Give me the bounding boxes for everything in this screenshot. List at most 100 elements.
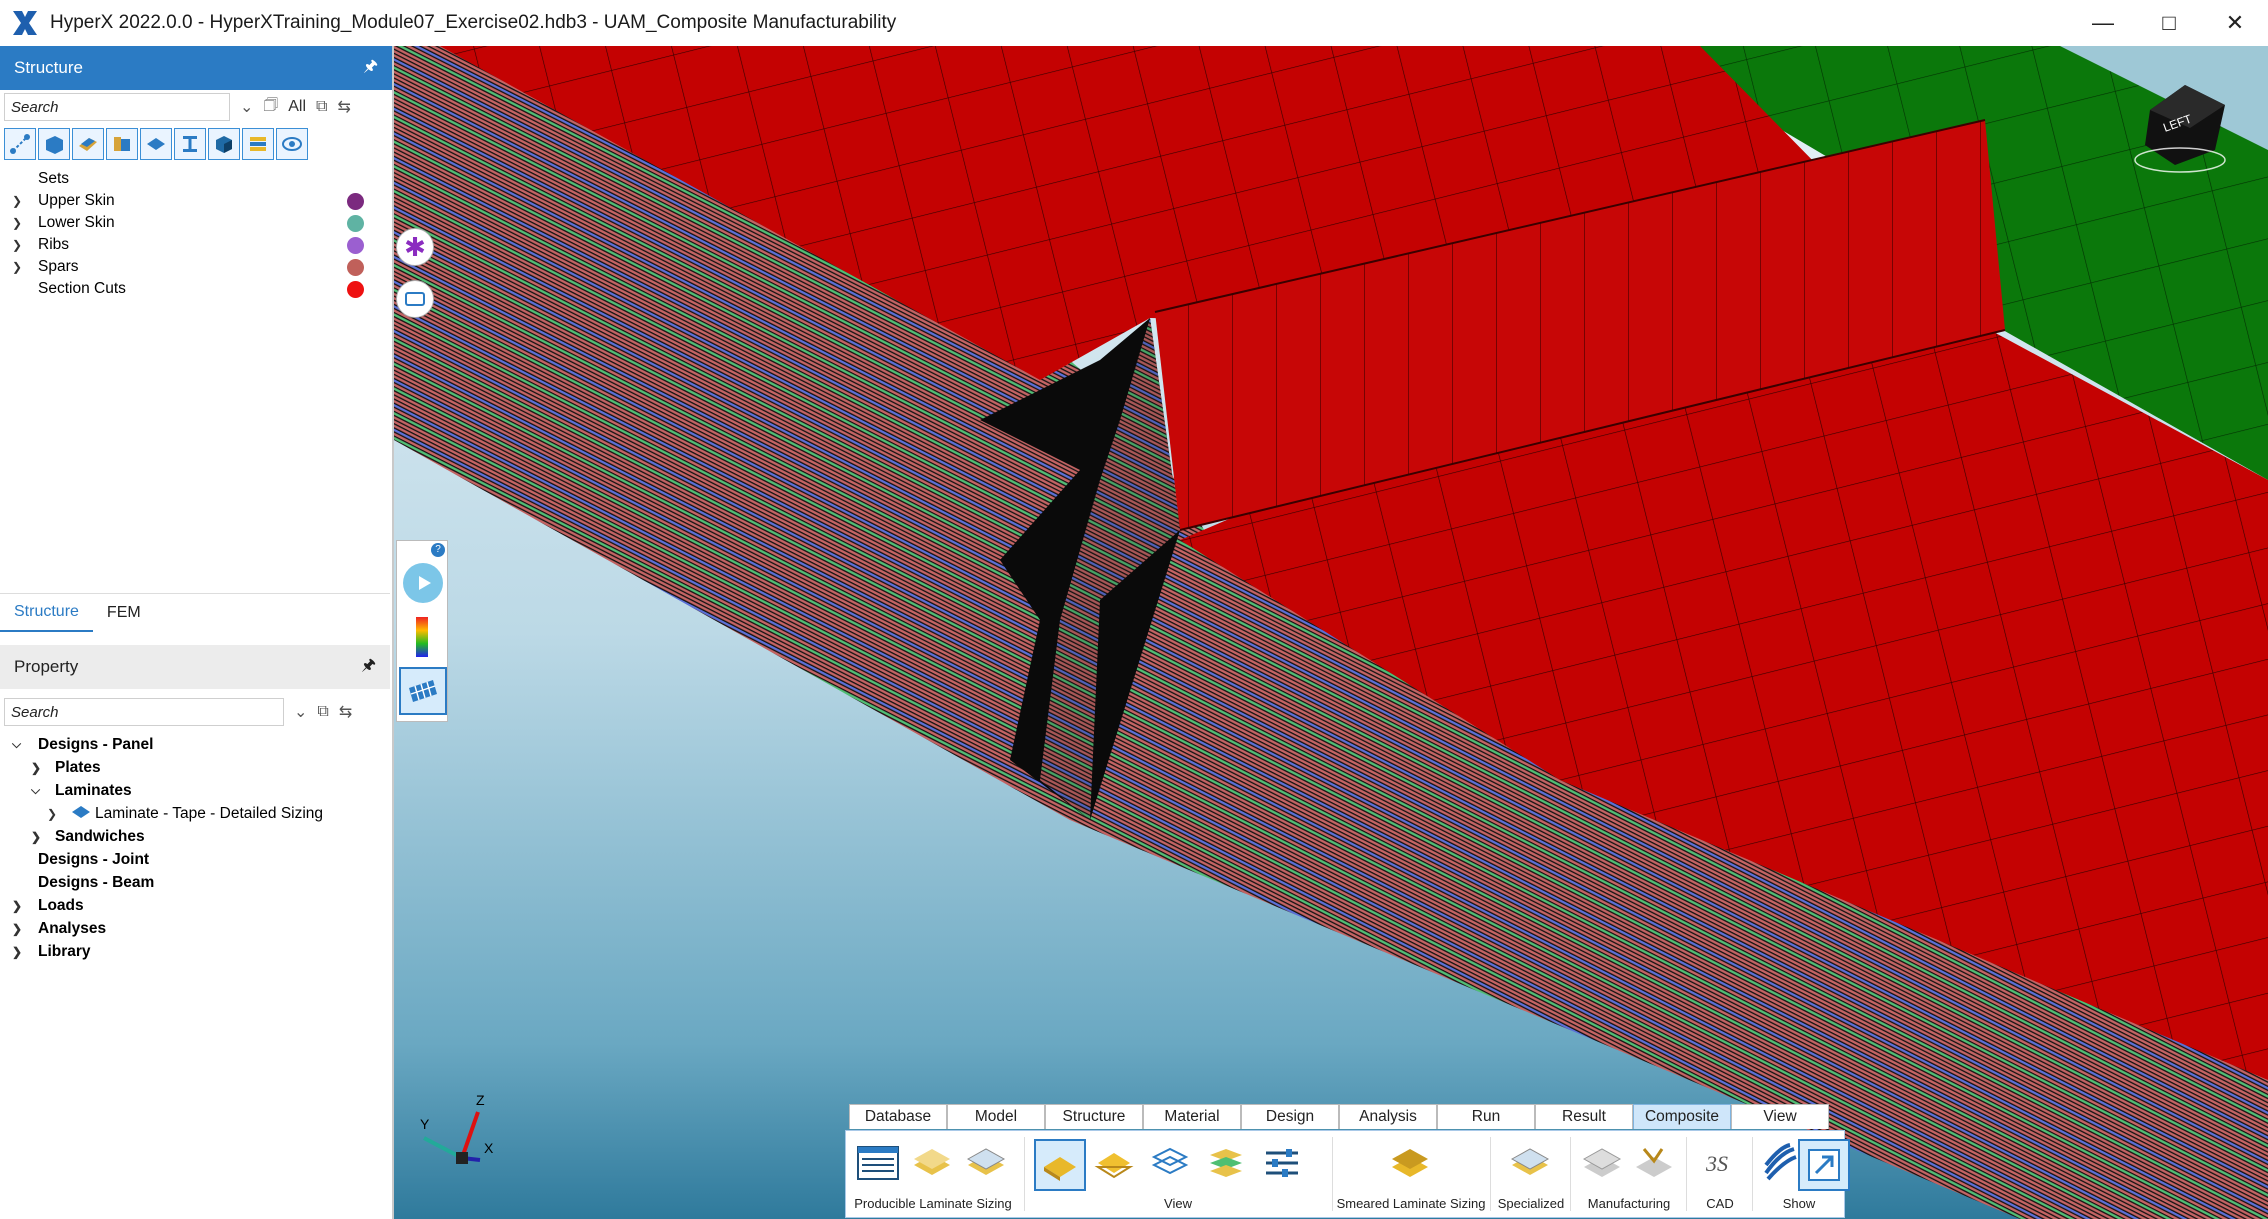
chevron-right-icon[interactable]: ❯ (12, 194, 22, 208)
chevron-down-icon[interactable]: ⌵ (31, 783, 40, 798)
copy-icon[interactable]: ⧉ (317, 703, 328, 721)
color-legend-icon[interactable] (416, 617, 428, 657)
specialized-laminate-icon[interactable] (1506, 1139, 1554, 1187)
chevron-right-icon[interactable]: ❯ (12, 922, 22, 936)
tab-view[interactable]: View (1731, 1104, 1829, 1129)
ply-stack-view-icon[interactable] (1202, 1139, 1250, 1187)
window-select-icon[interactable] (396, 280, 434, 318)
tree-item-sandwiches[interactable]: ❯ Sandwiches (0, 825, 390, 848)
copy-icon[interactable]: ⧉ (316, 98, 327, 116)
node-select-icon[interactable] (4, 128, 36, 160)
chevron-right-icon[interactable]: ❯ (47, 807, 57, 821)
pin-icon[interactable]: 🖈 (361, 654, 376, 681)
group-label: Producible Laminate Sizing (854, 1196, 1012, 1211)
panel-select-icon[interactable] (72, 128, 104, 160)
tree-item-label: Designs - Panel (38, 735, 154, 753)
color-swatch[interactable] (347, 280, 364, 298)
tree-item-designs-beam[interactable]: Designs - Beam (0, 871, 390, 894)
ply-outline-view-icon[interactable] (1146, 1139, 1194, 1187)
minimize-button[interactable]: — (2070, 0, 2136, 46)
tree-item-loads[interactable]: ❯ Loads (0, 894, 390, 917)
tab-result[interactable]: Result (1535, 1104, 1633, 1129)
tab-fem[interactable]: FEM (93, 594, 155, 632)
solid-select-icon[interactable] (38, 128, 70, 160)
grid-view-icon[interactable] (399, 667, 447, 715)
tree-item-plates[interactable]: ❯ Plates (0, 756, 390, 779)
tab-model[interactable]: Model (947, 1104, 1045, 1129)
color-swatch[interactable] (347, 214, 364, 232)
manufacturing-drape-icon[interactable] (1630, 1139, 1678, 1187)
tab-analysis[interactable]: Analysis (1339, 1104, 1437, 1129)
i-beam-icon[interactable] (174, 128, 206, 160)
chevron-right-icon[interactable]: ❯ (12, 945, 22, 959)
show-plies-icon[interactable] (1756, 1139, 1804, 1187)
show-export-icon[interactable] (1798, 1139, 1850, 1191)
tab-material[interactable]: Material (1143, 1104, 1241, 1129)
tab-run[interactable]: Run (1437, 1104, 1535, 1129)
group-label: CAD (1706, 1196, 1734, 1211)
tree-item-laminates[interactable]: ⌵ Laminates (0, 779, 390, 802)
laminate-table-icon[interactable] (854, 1139, 902, 1187)
tree-item-designs-joint[interactable]: Designs - Joint (0, 848, 390, 871)
ply-sliders-icon[interactable] (1258, 1139, 1306, 1187)
ply-solid-view-icon[interactable] (1034, 1139, 1086, 1191)
maximize-button[interactable]: □ (2136, 0, 2202, 46)
chevron-right-icon[interactable]: ❯ (12, 899, 22, 913)
chevron-right-icon[interactable]: ❯ (12, 216, 22, 230)
snap-star-icon[interactable]: ✱ (396, 228, 434, 266)
axis-label-z: Z (476, 1092, 485, 1108)
all-filter-label[interactable]: All (288, 98, 306, 116)
box-select-icon[interactable] (208, 128, 240, 160)
chevron-right-icon[interactable]: ❯ (31, 761, 41, 775)
tree-item-lower-skin[interactable]: ❯ Lower Skin (0, 212, 392, 234)
laminate-stack-icon[interactable] (242, 128, 274, 160)
group-label: View (1164, 1196, 1192, 1211)
group-producible-laminate-sizing: Producible Laminate Sizing (846, 1135, 1020, 1213)
ply-shell-view-icon[interactable] (1090, 1139, 1138, 1187)
color-swatch[interactable] (347, 258, 364, 276)
tree-item-ribs[interactable]: ❯ Ribs (0, 234, 392, 256)
tab-design[interactable]: Design (1241, 1104, 1339, 1129)
tab-structure-ribbon[interactable]: Structure (1045, 1104, 1143, 1129)
structure-search-input[interactable]: Search (4, 93, 230, 121)
chevron-down-icon[interactable]: ⌄ (294, 702, 307, 722)
laminate-sizing-icon[interactable] (908, 1139, 956, 1187)
tree-item-library[interactable]: ❯ Library (0, 940, 390, 963)
color-swatch[interactable] (347, 236, 364, 254)
view-eye-icon[interactable] (276, 128, 308, 160)
group-label: Smeared Laminate Sizing (1336, 1196, 1486, 1211)
laminate-edit-icon[interactable] (962, 1139, 1010, 1187)
tree-item-upper-skin[interactable]: ❯ Upper Skin (0, 190, 392, 212)
tree-item-sets[interactable]: Sets (0, 168, 392, 190)
tree-item-analyses[interactable]: ❯ Analyses (0, 917, 390, 940)
tab-structure[interactable]: Structure (0, 594, 93, 632)
tab-database[interactable]: Database (849, 1104, 947, 1129)
property-search-input[interactable]: Search (4, 698, 284, 726)
cad-logo-icon[interactable]: 3S (1696, 1139, 1744, 1187)
tree-item-section-cuts[interactable]: Section Cuts (0, 278, 392, 300)
sync-icon[interactable]: ⇆ (337, 97, 350, 117)
tree-item-designs-panel[interactable]: ⌵ Designs - Panel (0, 733, 390, 756)
sync-icon[interactable]: ⇆ (339, 702, 352, 722)
chevron-down-icon[interactable]: ⌄ (240, 97, 253, 117)
chevron-down-icon[interactable]: ⌵ (12, 737, 21, 752)
play-icon[interactable] (403, 563, 443, 603)
tree-item-spars[interactable]: ❯ Spars (0, 256, 392, 278)
window-controls: — □ ✕ (2070, 0, 2268, 46)
3d-viewport[interactable]: LEFT Z Y X (394, 46, 2268, 1219)
color-swatch[interactable] (347, 192, 364, 210)
tree-item-laminate-tape[interactable]: ❯ Laminate - Tape - Detailed Sizing (0, 802, 390, 825)
close-button[interactable]: ✕ (2202, 0, 2268, 46)
tab-composite[interactable]: Composite (1633, 1104, 1731, 1129)
chevron-right-icon[interactable]: ❯ (12, 238, 22, 252)
beam-select-icon[interactable] (106, 128, 138, 160)
pin-icon[interactable]: 🖈 (363, 55, 378, 82)
help-badge-icon[interactable]: ? (431, 543, 445, 557)
manufacturing-layup-icon[interactable] (1578, 1139, 1626, 1187)
chevron-right-icon[interactable]: ❯ (31, 830, 41, 844)
model-render[interactable]: LEFT (394, 46, 2268, 1219)
chevron-right-icon[interactable]: ❯ (12, 260, 22, 274)
smeared-laminate-icon[interactable] (1386, 1139, 1434, 1187)
plate-select-icon[interactable] (140, 128, 172, 160)
filter-database-icon[interactable]: 🗇 (263, 94, 278, 121)
